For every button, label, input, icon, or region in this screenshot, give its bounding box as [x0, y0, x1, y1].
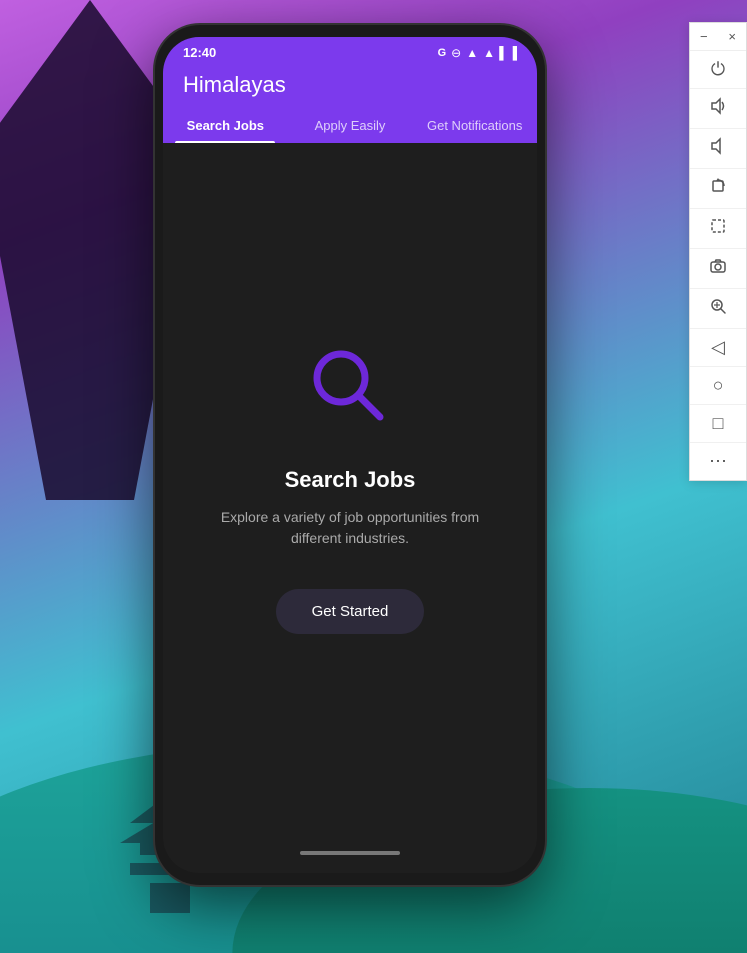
power-icon: ⏻	[711, 59, 725, 80]
status-time: 12:40	[183, 45, 216, 60]
content-description: Explore a variety of job opportunities f…	[220, 507, 480, 549]
battery-icon: ▐	[508, 46, 517, 60]
bottom-nav	[163, 833, 537, 873]
app-bar: Himalayas	[163, 64, 537, 108]
back-icon: ◁	[711, 337, 725, 358]
side-panel-header: − ×	[690, 23, 746, 51]
get-started-button[interactable]: Get Started	[276, 589, 425, 634]
screenshot-button[interactable]	[690, 249, 746, 289]
camera-icon	[709, 257, 727, 280]
close-button[interactable]: ×	[724, 27, 740, 46]
tab-search-jobs[interactable]: Search Jobs	[163, 108, 288, 143]
home-circle-icon: ○	[713, 375, 724, 396]
content-title: Search Jobs	[285, 467, 416, 493]
app-title: Himalayas	[183, 72, 517, 98]
google-icon: G	[438, 47, 447, 59]
more-button[interactable]: ⋯	[690, 443, 746, 480]
tab-get-notifications[interactable]: Get Notifications	[412, 108, 537, 143]
power-button[interactable]: ⏻	[690, 51, 746, 89]
rotate-button[interactable]	[690, 169, 746, 209]
wifi-icon: ▲	[466, 46, 478, 60]
status-icons: G ⊖ ▲ ▲▐ ▐	[438, 46, 517, 60]
edit-icon	[709, 217, 727, 240]
phone-screen: 12:40 G ⊖ ▲ ▲▐ ▐ Himalayas Search Jobs	[163, 37, 537, 873]
recents-button[interactable]: □	[690, 405, 746, 443]
phone-frame: 12:40 G ⊖ ▲ ▲▐ ▐ Himalayas Search Jobs	[155, 25, 545, 885]
dnd-icon: ⊖	[451, 46, 461, 60]
tab-bar: Search Jobs Apply Easily Get Notificatio…	[163, 108, 537, 143]
rotate-icon	[709, 177, 727, 200]
search-magnifier-icon	[305, 342, 395, 437]
volume-down-button[interactable]	[690, 129, 746, 169]
minimize-button[interactable]: −	[696, 27, 712, 46]
volume-up-button[interactable]	[690, 89, 746, 129]
status-bar: 12:40 G ⊖ ▲ ▲▐ ▐	[163, 37, 537, 64]
zoom-button[interactable]	[690, 289, 746, 329]
tab-apply-easily[interactable]: Apply Easily	[288, 108, 413, 143]
more-icon: ⋯	[709, 451, 727, 472]
volume-up-icon	[709, 97, 727, 120]
home-button[interactable]: ○	[690, 367, 746, 405]
signal-icon: ▲▐	[483, 46, 503, 60]
volume-down-icon	[709, 137, 727, 160]
phone-container: 12:40 G ⊖ ▲ ▲▐ ▐ Himalayas Search Jobs	[155, 25, 545, 885]
main-content: Search Jobs Explore a variety of job opp…	[163, 143, 537, 833]
zoom-icon	[709, 297, 727, 320]
recents-icon: □	[713, 413, 724, 434]
back-button[interactable]: ◁	[690, 329, 746, 367]
side-panel: − × ⏻ ◁ ○ □	[689, 22, 747, 481]
edit-button[interactable]	[690, 209, 746, 249]
home-indicator	[300, 851, 400, 855]
